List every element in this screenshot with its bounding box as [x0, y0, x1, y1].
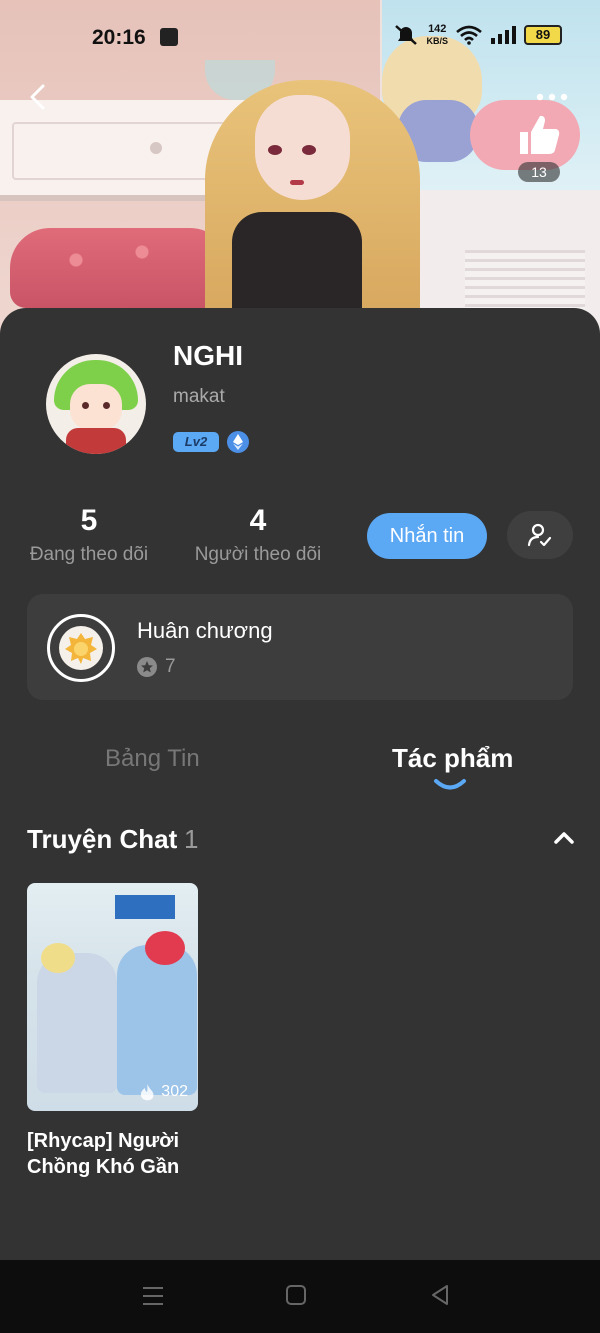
- medal-icon: [47, 614, 115, 682]
- thumbs-up-icon: [520, 115, 560, 154]
- like-count: 13: [518, 162, 560, 182]
- avatar[interactable]: [46, 354, 146, 454]
- story-card[interactable]: 302: [27, 883, 198, 1111]
- following-stat[interactable]: 5 Đang theo dõi: [26, 504, 152, 566]
- tab-feed[interactable]: Bảng Tin: [105, 745, 200, 773]
- flame-icon: [141, 1084, 154, 1101]
- user-check-icon: [527, 523, 552, 547]
- battery-icon: 89: [524, 25, 562, 45]
- network-speed: 142 KB/S: [426, 23, 448, 47]
- home-icon[interactable]: [285, 1284, 307, 1306]
- back-button[interactable]: [22, 82, 52, 112]
- shopping-bag-icon: [160, 28, 178, 46]
- signal-icon: [491, 26, 516, 44]
- story-views: 302: [139, 1083, 188, 1101]
- medal-title: Huân chương: [137, 618, 273, 643]
- more-button[interactable]: [532, 86, 572, 108]
- follow-button[interactable]: [507, 511, 573, 559]
- profile-handle: makat: [173, 386, 225, 407]
- following-label: Đang theo dõi: [29, 544, 149, 565]
- collapse-button[interactable]: [552, 828, 576, 848]
- followers-label: Người theo dõi: [194, 544, 322, 565]
- section-title: Truyện Chat: [27, 824, 178, 854]
- mute-icon: [395, 25, 418, 45]
- followers-stat[interactable]: 4 Người theo dõi: [190, 504, 326, 566]
- following-count: 5: [80, 504, 98, 537]
- network-speed-value: 142: [428, 23, 447, 35]
- profile-name: NGHI: [173, 340, 243, 371]
- tab-works[interactable]: Tác phẩm: [392, 743, 513, 774]
- battery-level: 89: [535, 27, 551, 42]
- star-coin-icon: [137, 657, 157, 677]
- network-speed-unit: KB/S: [426, 36, 448, 46]
- ethereum-badge-icon[interactable]: [227, 431, 249, 453]
- message-button[interactable]: Nhắn tin: [367, 513, 487, 559]
- section-count: 1: [184, 824, 199, 854]
- status-time: 20:16: [92, 26, 146, 49]
- level-badge[interactable]: Lv2: [173, 432, 219, 452]
- chevron-up-icon: [554, 832, 574, 844]
- nav-back-icon[interactable]: [428, 1283, 452, 1307]
- medal-count: 7: [165, 656, 176, 677]
- active-tab-indicator: [434, 779, 466, 790]
- more-icon: [536, 93, 568, 101]
- menu-icon[interactable]: [140, 1284, 166, 1308]
- back-icon: [30, 84, 45, 110]
- wifi-icon: [456, 25, 482, 45]
- followers-count: 4: [249, 504, 267, 537]
- status-bar: 20:16 142 KB/S 89: [0, 18, 600, 58]
- medal-count-row: 7: [137, 656, 176, 678]
- story-title[interactable]: [Rhycap] Người Chồng Khó Gần: [27, 1128, 227, 1180]
- story-view-count: 302: [161, 1083, 188, 1100]
